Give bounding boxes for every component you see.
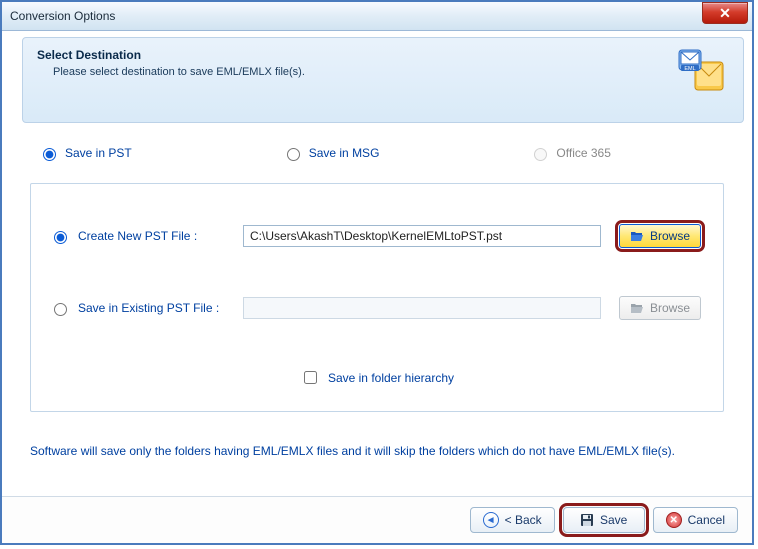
pst-options-group: Create New PST File : Browse bbox=[30, 183, 724, 412]
header-text-block: Select Destination Please select destina… bbox=[37, 48, 305, 78]
create-new-pst-path-input[interactable] bbox=[243, 225, 601, 247]
back-button-label: < Back bbox=[505, 513, 542, 527]
radio-save-in-msg-label: Save in MSG bbox=[309, 146, 380, 160]
footer-bar: ◄ < Back Save ✕ Cancel bbox=[2, 496, 752, 543]
save-existing-pst-path-input bbox=[243, 297, 601, 319]
folder-open-disabled-icon bbox=[630, 302, 644, 314]
save-button-label: Save bbox=[600, 513, 627, 527]
radio-create-new-pst-input[interactable] bbox=[54, 231, 67, 244]
browse-existing-label: Browse bbox=[650, 301, 690, 315]
floppy-disk-icon bbox=[580, 513, 594, 527]
eml-folder-icon: EML bbox=[677, 46, 725, 94]
checkbox-hierarchy-label: Save in folder hierarchy bbox=[328, 371, 454, 385]
conversion-options-window: Conversion Options ✕ Select Destination … bbox=[0, 0, 754, 545]
header-panel: Select Destination Please select destina… bbox=[22, 37, 744, 123]
radio-office-365: Office 365 bbox=[529, 145, 610, 161]
radio-create-new-pst-label: Create New PST File : bbox=[78, 229, 197, 243]
save-existing-pst-row: Save in Existing PST File : Browse bbox=[49, 296, 705, 320]
radio-save-existing-pst-label: Save in Existing PST File : bbox=[78, 301, 219, 315]
arrow-left-icon: ◄ bbox=[483, 512, 499, 528]
header-title: Select Destination bbox=[37, 48, 305, 62]
back-button[interactable]: ◄ < Back bbox=[470, 507, 555, 533]
browse-new-pst-button[interactable]: Browse bbox=[619, 224, 701, 248]
cancel-button[interactable]: ✕ Cancel bbox=[653, 507, 738, 533]
titlebar: Conversion Options ✕ bbox=[2, 2, 752, 31]
radio-save-in-msg[interactable]: Save in MSG bbox=[282, 145, 380, 161]
body-area: Save in PST Save in MSG Office 365 Creat… bbox=[2, 127, 752, 496]
radio-office-365-input bbox=[534, 148, 547, 161]
browse-existing-wrap: Browse bbox=[615, 296, 705, 320]
cancel-x-icon: ✕ bbox=[666, 512, 682, 528]
radio-save-in-pst[interactable]: Save in PST bbox=[38, 145, 132, 161]
header-subtitle: Please select destination to save EML/EM… bbox=[53, 66, 305, 78]
save-button[interactable]: Save bbox=[563, 507, 645, 533]
create-new-pst-row: Create New PST File : Browse bbox=[49, 224, 705, 248]
browse-existing-pst-button: Browse bbox=[619, 296, 701, 320]
format-radio-row: Save in PST Save in MSG Office 365 bbox=[38, 145, 724, 161]
hierarchy-row: Save in folder hierarchy bbox=[49, 368, 705, 387]
browse-new-label: Browse bbox=[650, 229, 690, 243]
radio-create-new-pst[interactable]: Create New PST File : bbox=[49, 228, 229, 244]
radio-save-in-pst-label: Save in PST bbox=[65, 146, 132, 160]
browse-new-wrap: Browse bbox=[615, 224, 705, 248]
svg-text:EML: EML bbox=[684, 66, 695, 72]
close-icon: ✕ bbox=[719, 5, 731, 22]
checkbox-save-in-folder-hierarchy[interactable]: Save in folder hierarchy bbox=[300, 368, 454, 387]
radio-save-existing-pst-input[interactable] bbox=[54, 303, 67, 316]
info-text: Software will save only the folders havi… bbox=[30, 444, 724, 458]
checkbox-hierarchy-input[interactable] bbox=[304, 371, 317, 384]
radio-save-in-pst-input[interactable] bbox=[43, 148, 56, 161]
radio-save-existing-pst[interactable]: Save in Existing PST File : bbox=[49, 300, 229, 316]
folder-open-icon bbox=[630, 230, 644, 242]
radio-office-365-label: Office 365 bbox=[556, 146, 610, 160]
radio-save-in-msg-input[interactable] bbox=[287, 148, 300, 161]
close-window-button[interactable]: ✕ bbox=[702, 2, 748, 24]
cancel-button-label: Cancel bbox=[688, 513, 725, 527]
window-title: Conversion Options bbox=[10, 9, 115, 23]
